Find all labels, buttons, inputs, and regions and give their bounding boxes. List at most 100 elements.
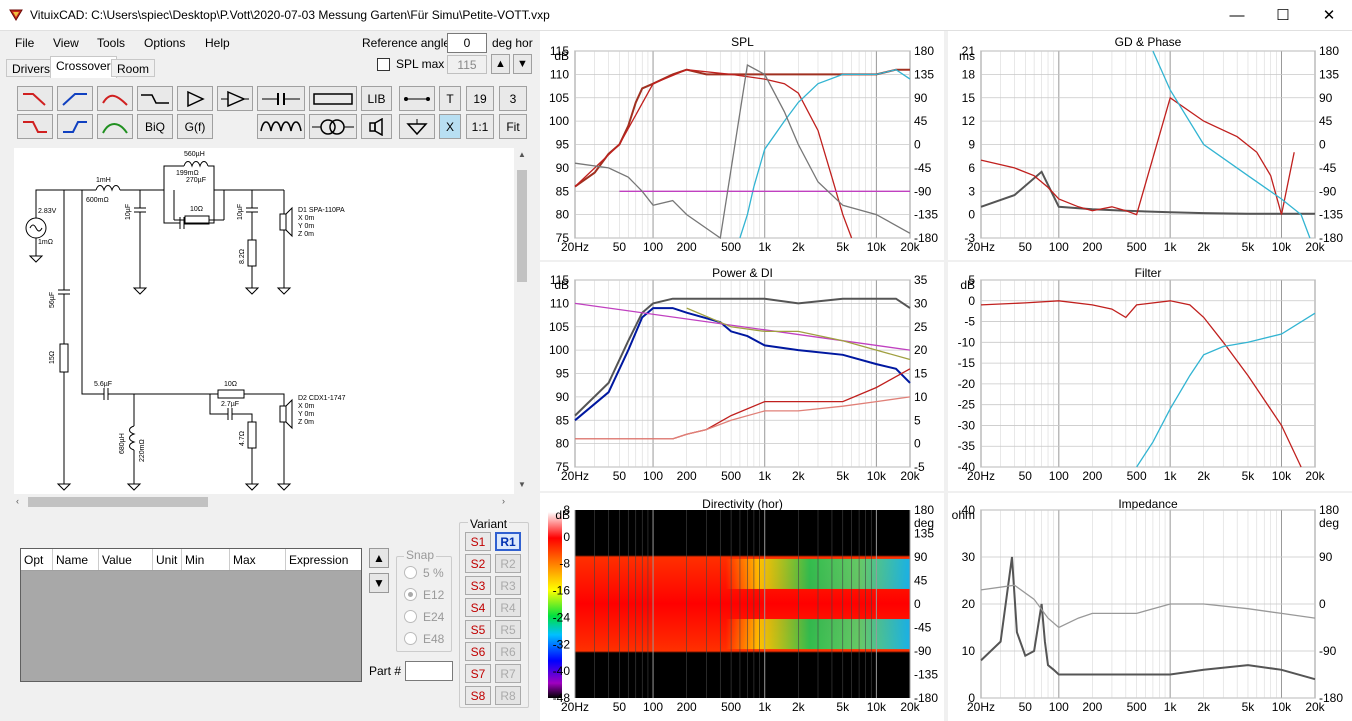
- scroll-down-icon[interactable]: ▼: [518, 480, 526, 489]
- scrollbar-thumb[interactable]: [28, 497, 208, 507]
- x-tick-label: 200: [1082, 240, 1102, 254]
- menu-file[interactable]: File: [15, 36, 34, 50]
- tab-drivers[interactable]: Drivers: [6, 59, 56, 77]
- col-min[interactable]: Min: [182, 549, 230, 570]
- schematic-canvas[interactable]: 1mH 600mΩ 2.83V 1mΩ 10µF 560µH 199mΩ 270…: [14, 148, 514, 494]
- x-tick-label: 5k: [836, 700, 850, 714]
- spl-max-input[interactable]: [447, 55, 487, 74]
- speaker-button[interactable]: [361, 114, 392, 139]
- variant-s5-button[interactable]: S5: [465, 620, 491, 639]
- variant-r5-button[interactable]: R5: [495, 620, 521, 639]
- variant-s6-button[interactable]: S6: [465, 642, 491, 661]
- graph-imp[interactable]: Impedance403020100ohm 180900-90-180deg20H…: [952, 497, 1344, 714]
- maximize-button[interactable]: ☐: [1260, 0, 1306, 30]
- grid-19-button[interactable]: 19: [466, 86, 494, 111]
- zoom-1-1-button[interactable]: 1:1: [466, 114, 494, 139]
- snap-e24-radio[interactable]: [404, 610, 417, 623]
- spl-up-button[interactable]: ▲: [491, 54, 510, 74]
- menu-options[interactable]: Options: [144, 36, 185, 50]
- graph-power[interactable]: Power & DI1151101051009590858075dB 353025…: [549, 266, 928, 483]
- variant-r6-button[interactable]: R6: [495, 642, 521, 661]
- variant-s8-button[interactable]: S8: [465, 686, 491, 705]
- amplifier-button[interactable]: [217, 86, 253, 111]
- label-l2r: 199mΩ: [176, 170, 199, 177]
- bandpass-icon: [102, 122, 128, 134]
- spl-max-checkbox[interactable]: [377, 58, 390, 71]
- transformer-button[interactable]: [309, 114, 357, 139]
- snap-e48-radio[interactable]: [404, 632, 417, 645]
- variant-s7-button[interactable]: S7: [465, 664, 491, 683]
- y2-tick-label: 35: [914, 273, 928, 287]
- variant-s2-button[interactable]: S2: [465, 554, 491, 573]
- wire-button[interactable]: [399, 86, 435, 111]
- tab-crossover[interactable]: Crossover: [50, 56, 117, 78]
- bandpass-2-button[interactable]: [97, 114, 133, 139]
- spl-down-button[interactable]: ▼: [513, 54, 532, 74]
- reference-angle-input[interactable]: [447, 33, 487, 53]
- part-number-input[interactable]: [405, 661, 453, 681]
- variant-r4-button[interactable]: R4: [495, 598, 521, 617]
- graph-gd[interactable]: GD & Phase211815129630-3ms 18013590450-45…: [959, 35, 1343, 254]
- y-tick-label: -16: [553, 584, 571, 598]
- graph-filter[interactable]: Filter50-5-10-15-20-25-30-35-40dB20Hz 50 1…: [958, 266, 1326, 483]
- y2-tick-label: 45: [914, 574, 928, 588]
- variant-r7-button[interactable]: R7: [495, 664, 521, 683]
- scroll-left-icon[interactable]: ‹: [16, 496, 19, 506]
- y-tick-label: 20: [962, 597, 976, 611]
- variant-r3-button[interactable]: R3: [495, 576, 521, 595]
- minimize-button[interactable]: —: [1214, 0, 1260, 30]
- y-unit-label: ms: [959, 49, 975, 63]
- lowpass-icon: [23, 92, 46, 106]
- graph-dir[interactable]: Directivity (hor)80-8-16-24-32-40-48dB 18…: [548, 497, 938, 714]
- highpass-2-button[interactable]: [57, 114, 93, 139]
- gain-function-button[interactable]: G(f): [177, 114, 213, 139]
- part-number-label: Part #: [369, 664, 402, 678]
- variant-r8-button[interactable]: R8: [495, 686, 521, 705]
- schematic-horizontal-scrollbar[interactable]: ‹ ›: [14, 494, 514, 510]
- scroll-right-icon[interactable]: ›: [502, 496, 505, 506]
- highpass-1-button[interactable]: [57, 86, 93, 111]
- variant-s4-button[interactable]: S4: [465, 598, 491, 617]
- graph-spl[interactable]: SPL1151101051009590858075dB 18013590450-4…: [549, 35, 938, 254]
- col-name[interactable]: Name: [53, 549, 99, 570]
- close-button[interactable]: ✕: [1306, 0, 1352, 30]
- menu-tools[interactable]: Tools: [97, 36, 125, 50]
- col-expression[interactable]: Expression: [286, 549, 361, 570]
- zoom-fit-button[interactable]: Fit: [499, 114, 527, 139]
- tab-room[interactable]: Room: [111, 59, 156, 77]
- col-unit[interactable]: Unit: [153, 549, 182, 570]
- buffer-button[interactable]: [177, 86, 213, 111]
- bandpass-1-button[interactable]: [97, 86, 133, 111]
- text-button[interactable]: T: [439, 86, 461, 111]
- variant-s1-button[interactable]: S1: [465, 532, 491, 551]
- scrollbar-thumb[interactable]: [517, 170, 527, 282]
- col-opt[interactable]: Opt: [21, 549, 53, 570]
- col-max[interactable]: Max: [230, 549, 286, 570]
- variant-r1-button[interactable]: R1: [495, 532, 521, 551]
- inductor-button[interactable]: [257, 114, 305, 139]
- grid-3-button[interactable]: 3: [499, 86, 527, 111]
- ground-button[interactable]: [399, 114, 435, 139]
- move-down-button[interactable]: ▼: [369, 573, 389, 593]
- schematic-vertical-scrollbar[interactable]: ▲ ▼: [514, 148, 530, 494]
- variant-s3-button[interactable]: S3: [465, 576, 491, 595]
- resistor-button[interactable]: [309, 86, 357, 111]
- lowpass-1-button[interactable]: [17, 86, 53, 111]
- menu-view[interactable]: View: [53, 36, 79, 50]
- library-button[interactable]: LIB: [361, 86, 392, 111]
- scroll-up-icon[interactable]: ▲: [518, 150, 526, 159]
- menu-help[interactable]: Help: [205, 36, 230, 50]
- variant-r2-button[interactable]: R2: [495, 554, 521, 573]
- notch-button[interactable]: [137, 86, 173, 111]
- biquad-button[interactable]: BiQ: [137, 114, 173, 139]
- optimizer-table[interactable]: Opt Name Value Unit Min Max Expression: [20, 548, 362, 682]
- notch-icon: [141, 93, 169, 104]
- snap-5pct-radio[interactable]: [404, 566, 417, 579]
- lowpass-2-button[interactable]: [17, 114, 53, 139]
- snap-e12-radio[interactable]: [404, 588, 417, 601]
- col-value[interactable]: Value: [99, 549, 153, 570]
- capacitor-button[interactable]: [257, 86, 305, 111]
- move-up-button[interactable]: ▲: [369, 548, 389, 568]
- delete-button[interactable]: X: [439, 114, 461, 139]
- label-d2-y: Y 0m: [298, 411, 314, 418]
